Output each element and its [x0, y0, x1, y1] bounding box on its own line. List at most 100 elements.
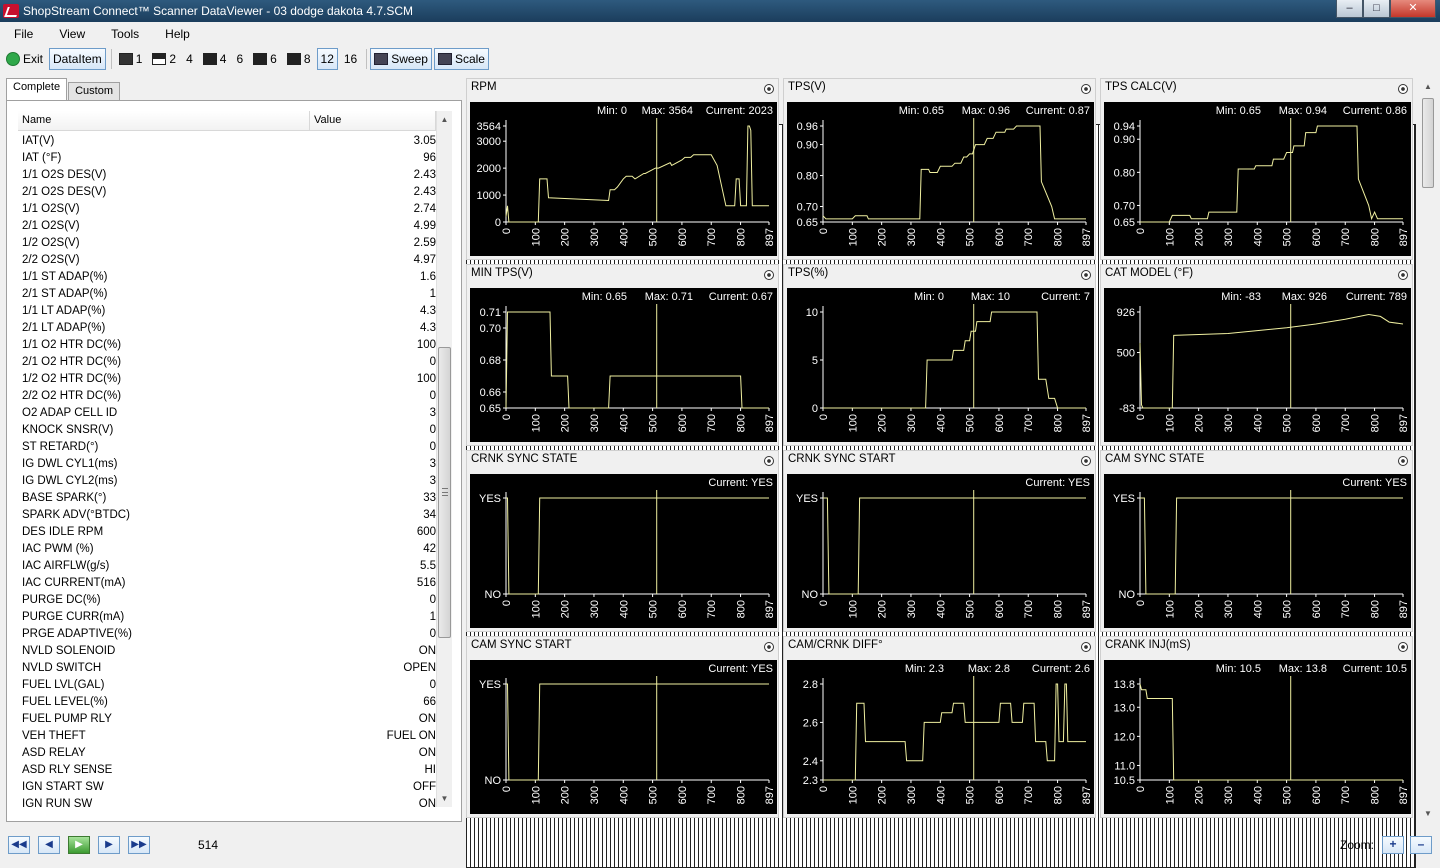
layout-6-grid-button[interactable]: 6 — [249, 48, 281, 70]
list-item[interactable]: 1/1 LT ADAP(%) 4.3 — [22, 303, 436, 320]
chart-panel[interactable]: CRANK INJ(mS) Current: 10.5 Max: 13.8 Min: … — [1100, 636, 1413, 818]
menu-file[interactable]: File — [0, 27, 45, 41]
list-item[interactable]: KNOCK SNSR(V) 0 — [22, 422, 436, 439]
layout-16-button[interactable]: 16 — [340, 48, 1416, 868]
list-item[interactable]: 2/2 O2S(V) 4.97 — [22, 252, 436, 269]
layout-4-quad-button[interactable]: 4 — [199, 48, 231, 70]
chart-options-icon[interactable] — [1398, 642, 1408, 652]
chart-panel[interactable]: TPS CALC(V) Current: 0.86 Max: 0.94 Min: 0.… — [1100, 78, 1413, 260]
list-item[interactable]: 1/2 O2 HTR DC(%) 100 — [22, 371, 436, 388]
list-item[interactable]: IAC PWM (%) 42 — [22, 541, 436, 558]
menu-view[interactable]: View — [45, 27, 97, 41]
list-item[interactable]: IGN RUN SW ON — [22, 796, 436, 813]
list-item[interactable]: BASE SPARK(°) 33 — [22, 490, 436, 507]
list-item[interactable]: IGN START SW OFF — [22, 779, 436, 796]
chart-panel[interactable]: CAM/CRNK DIFF° Current: 2.6 Max: 2.8 Min: 2… — [783, 636, 1096, 818]
chart-panel[interactable]: TPS(%) Current: 7 Max: 10 Min: 0 10 5 0 0 100 200… — [783, 264, 1096, 446]
column-header-value[interactable]: Value — [310, 111, 436, 130]
exit-button[interactable]: Exit — [2, 48, 47, 70]
chart-panel[interactable]: CAM SYNC START Current: YES YES NO 0 100 200 30… — [466, 636, 779, 818]
list-item[interactable]: PURGE DC(%) 0 — [22, 592, 436, 609]
chart-options-icon[interactable] — [764, 456, 774, 466]
zoom-out-button[interactable]: – — [1410, 836, 1432, 854]
list-item[interactable]: ST RETARD(°) 0 — [22, 439, 436, 456]
chart-panel[interactable]: MIN TPS(V) Current: 0.67 Max: 0.71 Min: 0.6… — [466, 264, 779, 446]
list-item[interactable]: NVLD SWITCH OPEN — [22, 660, 436, 677]
maximize-button[interactable]: □ — [1363, 0, 1390, 18]
list-item[interactable]: 1/2 O2S(V) 2.59 — [22, 235, 436, 252]
tab-complete[interactable]: Complete — [6, 78, 68, 100]
layout-8-button[interactable]: 8 — [283, 48, 315, 70]
chart-options-icon[interactable] — [1398, 456, 1408, 466]
list-item[interactable]: PURGE CURR(mA) 1 — [22, 609, 436, 626]
list-item[interactable]: PRGE ADAPTIVE(%) 0 — [22, 626, 436, 643]
list-item[interactable]: VEH THEFT FUEL ON — [22, 728, 436, 745]
dataitem-button[interactable]: DataItem — [49, 48, 1416, 868]
close-button[interactable]: ✕ — [1390, 0, 1436, 18]
list-item[interactable]: 2/1 LT ADAP(%) 4.3 — [22, 320, 436, 337]
chart-panel[interactable]: TPS(V) Current: 0.87 Max: 0.96 Min: 0.65 0.9… — [783, 78, 1096, 260]
layout-1-button[interactable]: 1 — [115, 48, 147, 70]
scroll-thumb[interactable] — [1422, 98, 1434, 188]
list-item[interactable]: IG DWL CYL1(ms) 3 — [22, 456, 436, 473]
step-back-button[interactable]: ◀ — [38, 836, 60, 854]
chart-options-icon[interactable] — [764, 642, 774, 652]
list-item[interactable]: IAC AIRFLW(g/s) 5.5 — [22, 558, 436, 575]
chart-options-icon[interactable] — [1398, 270, 1408, 280]
layout-2-button[interactable]: 2 — [148, 48, 180, 70]
list-item[interactable]: 2/1 O2 HTR DC(%) 0 — [22, 354, 436, 371]
list-item[interactable]: IAT(V) 3.05 — [22, 133, 436, 150]
list-item[interactable]: ASD RLY SENSE HI — [22, 762, 436, 779]
chart-panel[interactable]: CRNK SYNC STATE Current: YES YES NO 0 100 200 3… — [466, 450, 779, 632]
list-item[interactable]: 2/1 ST ADAP(%) 1 — [22, 286, 436, 303]
list-item[interactable]: 2/2 O2 HTR DC(%) 0 — [22, 388, 436, 405]
list-item[interactable]: SPARK ADV(°BTDC) 34 — [22, 507, 436, 524]
list-item[interactable]: IG DWL CYL2(ms) 3 — [22, 473, 436, 490]
list-item[interactable]: FUEL PUMP RLY ON — [22, 711, 436, 728]
column-header-name[interactable]: Name — [18, 111, 310, 130]
menu-help[interactable]: Help — [151, 27, 202, 41]
list-item[interactable]: 1/1 ST ADAP(%) 1.6 — [22, 269, 436, 286]
layout-12-button[interactable]: 12 — [316, 48, 1416, 868]
list-item[interactable]: FUEL LVL(GAL) 0 — [22, 677, 436, 694]
list-item[interactable]: IAC CURRENT(mA) 516 — [22, 575, 436, 592]
list-item[interactable]: NVLD SOLENOID ON — [22, 643, 436, 660]
chart-options-icon[interactable] — [764, 270, 774, 280]
step-forward-button[interactable]: ▶ — [98, 836, 120, 854]
scroll-up-icon[interactable]: ▲ — [1420, 78, 1436, 95]
list-item[interactable]: DES IDLE RPM 600 — [22, 524, 436, 541]
scroll-thumb[interactable] — [438, 347, 451, 638]
scroll-up-icon[interactable]: ▲ — [437, 111, 452, 128]
layout-4-rows-button[interactable]: 4 — [16, 48, 430, 113]
chart-options-icon[interactable] — [1081, 456, 1091, 466]
list-item[interactable]: 2/1 O2S(V) 4.99 — [22, 218, 436, 235]
zoom-in-button[interactable]: + — [1382, 836, 1404, 854]
chart-panel[interactable]: RPM Current: 2023 Max: 3564 Min: 0 3564 3000 2… — [466, 78, 779, 260]
tab-custom[interactable]: Custom — [68, 82, 120, 100]
list-item[interactable]: 1/1 O2S DES(V) 2.43 — [22, 167, 436, 184]
list-item[interactable]: 1/1 O2S(V) 2.74 — [22, 201, 436, 218]
layout-6-rows-button[interactable]: 6 — [16, 48, 430, 113]
go-first-button[interactable]: ◀◀ — [8, 836, 30, 854]
scroll-down-icon[interactable]: ▼ — [1420, 805, 1436, 822]
chart-options-icon[interactable] — [1081, 270, 1091, 280]
list-item[interactable]: IAT (°F) 96 — [22, 150, 436, 167]
chart-panel[interactable]: CAM SYNC STATE Current: YES YES NO 0 100 200 30… — [1100, 450, 1413, 632]
scale-button[interactable]: Scale — [433, 48, 489, 70]
list-item[interactable]: ASD RELAY ON — [22, 745, 436, 762]
list-item[interactable]: 1/1 O2 HTR DC(%) 100 — [22, 337, 436, 354]
chart-options-icon[interactable] — [1081, 642, 1091, 652]
sweep-button[interactable]: Sweep — [370, 48, 432, 70]
list-item[interactable]: FUEL LEVEL(%) 66 — [22, 694, 436, 711]
play-button[interactable]: ▶ — [68, 836, 90, 854]
chart-grid-scrollbar[interactable]: ▲ ▼ — [1420, 78, 1436, 822]
chart-panel[interactable]: CAT MODEL (°F) Current: 789 Max: 926 Min: -… — [1100, 264, 1413, 446]
chart-panel[interactable]: CRNK SYNC START Current: YES YES NO 0 100 200 3… — [783, 450, 1096, 632]
list-item[interactable]: O2 ADAP CELL ID 3 — [22, 405, 436, 422]
chart-options-icon[interactable] — [764, 84, 774, 94]
scroll-down-icon[interactable]: ▼ — [437, 790, 452, 807]
go-last-button[interactable]: ▶▶ — [128, 836, 150, 854]
list-item[interactable]: 2/1 O2S DES(V) 2.43 — [22, 184, 436, 201]
chart-options-icon[interactable] — [1081, 84, 1091, 94]
menu-tools[interactable]: Tools — [97, 27, 151, 41]
